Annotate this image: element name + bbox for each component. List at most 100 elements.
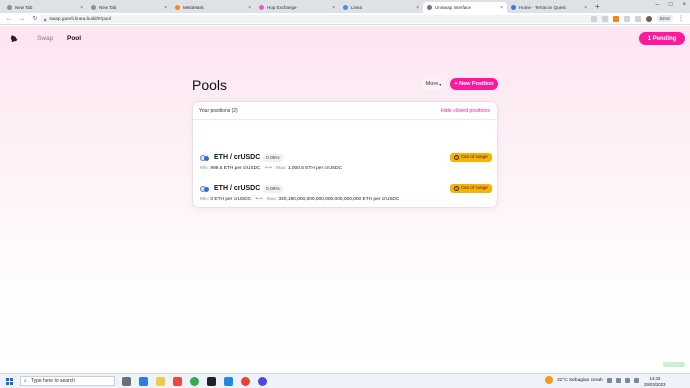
browser-tab[interactable]: Linea × (339, 2, 423, 13)
max-label: Max: (276, 166, 287, 171)
discord-icon[interactable] (258, 377, 267, 386)
browser-tab-active[interactable]: Uniswap Interface × (423, 2, 507, 13)
browser-tab[interactable]: Home - Terracon Quest × (507, 2, 591, 13)
browser-tab[interactable]: New Tab × (3, 2, 87, 13)
new-tab-icon[interactable]: + (595, 2, 600, 11)
chevron-up-icon[interactable] (606, 377, 612, 383)
close-tab-icon[interactable]: × (416, 5, 419, 11)
position-row[interactable]: ETH / crUSDC 0.05% ! Out of range Min: 0 … (193, 178, 497, 207)
tab-favicon-icon (91, 5, 96, 10)
close-tab-icon[interactable]: × (584, 5, 587, 11)
volume-icon[interactable] (624, 377, 630, 383)
task-view-icon[interactable] (122, 377, 131, 386)
max-price: 340,190,000,000,000,000,000,000,000 ETH … (278, 197, 400, 202)
min-label: Min: (200, 166, 210, 171)
file-explorer-icon[interactable] (156, 377, 165, 386)
min-price: 0 ETH per crUSDC (210, 197, 252, 202)
min-price: 999.5 ETH per crUSDC (210, 166, 261, 171)
search-placeholder: Type here to search (30, 378, 76, 384)
close-tab-icon[interactable]: × (248, 5, 251, 11)
status-badge: ! Out of range (450, 153, 492, 162)
tab-title: Home - Terracon Quest (519, 5, 566, 10)
windows-start-icon[interactable] (6, 377, 13, 385)
uniswap-logo-icon[interactable] (10, 34, 20, 44)
browser-tab[interactable]: New Tab × (87, 2, 171, 13)
tab-title: Linea (351, 5, 363, 10)
tab-title: MetaMask (183, 5, 204, 10)
warning-icon: ! (454, 155, 460, 160)
chevron-down-icon: ▾ (439, 81, 442, 87)
clock-date: 29/03/2023 (644, 381, 666, 387)
address-bar: ← → ↻ 🔒︎ swap.goerli.linea.build/#/pool … (0, 13, 690, 25)
taskbar-clock[interactable]: 14:33 29/03/2023 (644, 376, 666, 387)
taskbar: ⌕ Type here to search 31°C Sebagian cera… (0, 373, 690, 388)
opera-icon[interactable] (173, 377, 182, 386)
window-controls: – □ × (656, 2, 686, 8)
network-status-indicator (663, 362, 685, 367)
tab-title: Uniswap Interface (435, 5, 472, 10)
lock-icon: 🔒︎ (44, 16, 47, 22)
close-window-icon[interactable]: × (682, 2, 686, 8)
wifi-icon[interactable] (615, 377, 621, 383)
status-text: Out of range (461, 186, 488, 191)
tab-title: Hop Exchange (267, 5, 297, 10)
taskbar-apps (122, 377, 267, 386)
edge-icon[interactable] (139, 377, 148, 386)
forward-icon[interactable]: → (18, 16, 26, 22)
hop-favicon-icon (259, 5, 264, 10)
uniswap-page: Swap Pool 1 Pending Pools More ▾ + New Po… (0, 26, 690, 370)
mail-icon[interactable] (224, 377, 233, 386)
close-tab-icon[interactable]: × (164, 5, 167, 11)
reload-icon[interactable]: ↻ (31, 15, 39, 22)
more-label: More (425, 81, 439, 87)
hide-closed-positions-link[interactable]: Hide closed positions (441, 108, 490, 114)
position-pair: ETH / crUSDC (214, 185, 261, 192)
weather-text[interactable]: 31°C Sebagian cerah (557, 378, 603, 383)
nav-swap-link[interactable]: Swap (37, 35, 53, 42)
browser-tab[interactable]: Hop Exchange × (255, 2, 339, 13)
min-label: Min: (200, 197, 210, 202)
fee-tier-badge: 0.05% (263, 185, 283, 193)
close-tab-icon[interactable]: × (332, 5, 335, 11)
pending-transactions-button[interactable]: 1 Pending (639, 32, 685, 45)
battery-icon[interactable] (633, 377, 639, 383)
position-row[interactable]: ETH / crUSDC 0.05% ! Out of range Min: 99… (193, 147, 497, 177)
extensions-icon[interactable] (624, 15, 630, 22)
profile-error-button[interactable]: Error (657, 15, 673, 22)
chrome-profile-icon[interactable] (241, 377, 250, 386)
price-range: Min: 0 ETH per crUSDC ⟷ Max: 340,190,000… (200, 197, 399, 202)
tab-title: New Tab (15, 5, 33, 10)
browser-tab-bar: New Tab × New Tab × MetaMask × Hop Exchange… (0, 0, 690, 13)
positions-count: Your positions (2) (199, 107, 238, 114)
avatar[interactable] (646, 15, 652, 22)
sidebar-icon[interactable] (635, 15, 641, 22)
taskbar-search-input[interactable]: ⌕ Type here to search (20, 376, 115, 386)
url-field[interactable]: 🔒︎ swap.goerli.linea.build/#/pool (40, 15, 610, 23)
more-button[interactable]: More ▾ (421, 78, 446, 90)
weather-sun-icon[interactable] (545, 376, 553, 384)
share-icon[interactable] (591, 15, 597, 22)
close-tab-icon[interactable]: × (500, 5, 503, 11)
warning-icon: ! (454, 186, 460, 191)
double-arrow-icon: ⟷ (255, 197, 263, 202)
browser-tab[interactable]: MetaMask × (171, 2, 255, 13)
close-tab-icon[interactable]: × (80, 5, 83, 11)
metamask-extension-icon[interactable] (613, 15, 619, 22)
chrome-icon[interactable] (190, 377, 199, 386)
back-icon[interactable]: ← (5, 16, 13, 22)
browser-toolbar-right: Error ⋮ (591, 15, 684, 22)
terracon-favicon-icon (511, 5, 516, 10)
positions-header: Your positions (2) Hide closed positions (193, 102, 497, 120)
maximize-icon[interactable]: □ (669, 2, 673, 8)
positions-card: Your positions (2) Hide closed positions… (192, 101, 498, 208)
max-price: 1,000.5 ETH per crUSDC (287, 166, 342, 171)
nav-pool-link[interactable]: Pool (67, 35, 81, 42)
menu-icon[interactable]: ⋮ (678, 15, 684, 22)
metamask-favicon-icon (175, 5, 180, 10)
token-pair-icon (200, 186, 210, 192)
new-position-button[interactable]: + New Position (450, 78, 498, 90)
url-text: swap.goerli.linea.build/#/pool (49, 16, 112, 22)
minimize-icon[interactable]: – (656, 2, 659, 8)
bookmark-star-icon[interactable] (602, 15, 608, 22)
app-icon[interactable] (207, 377, 216, 386)
